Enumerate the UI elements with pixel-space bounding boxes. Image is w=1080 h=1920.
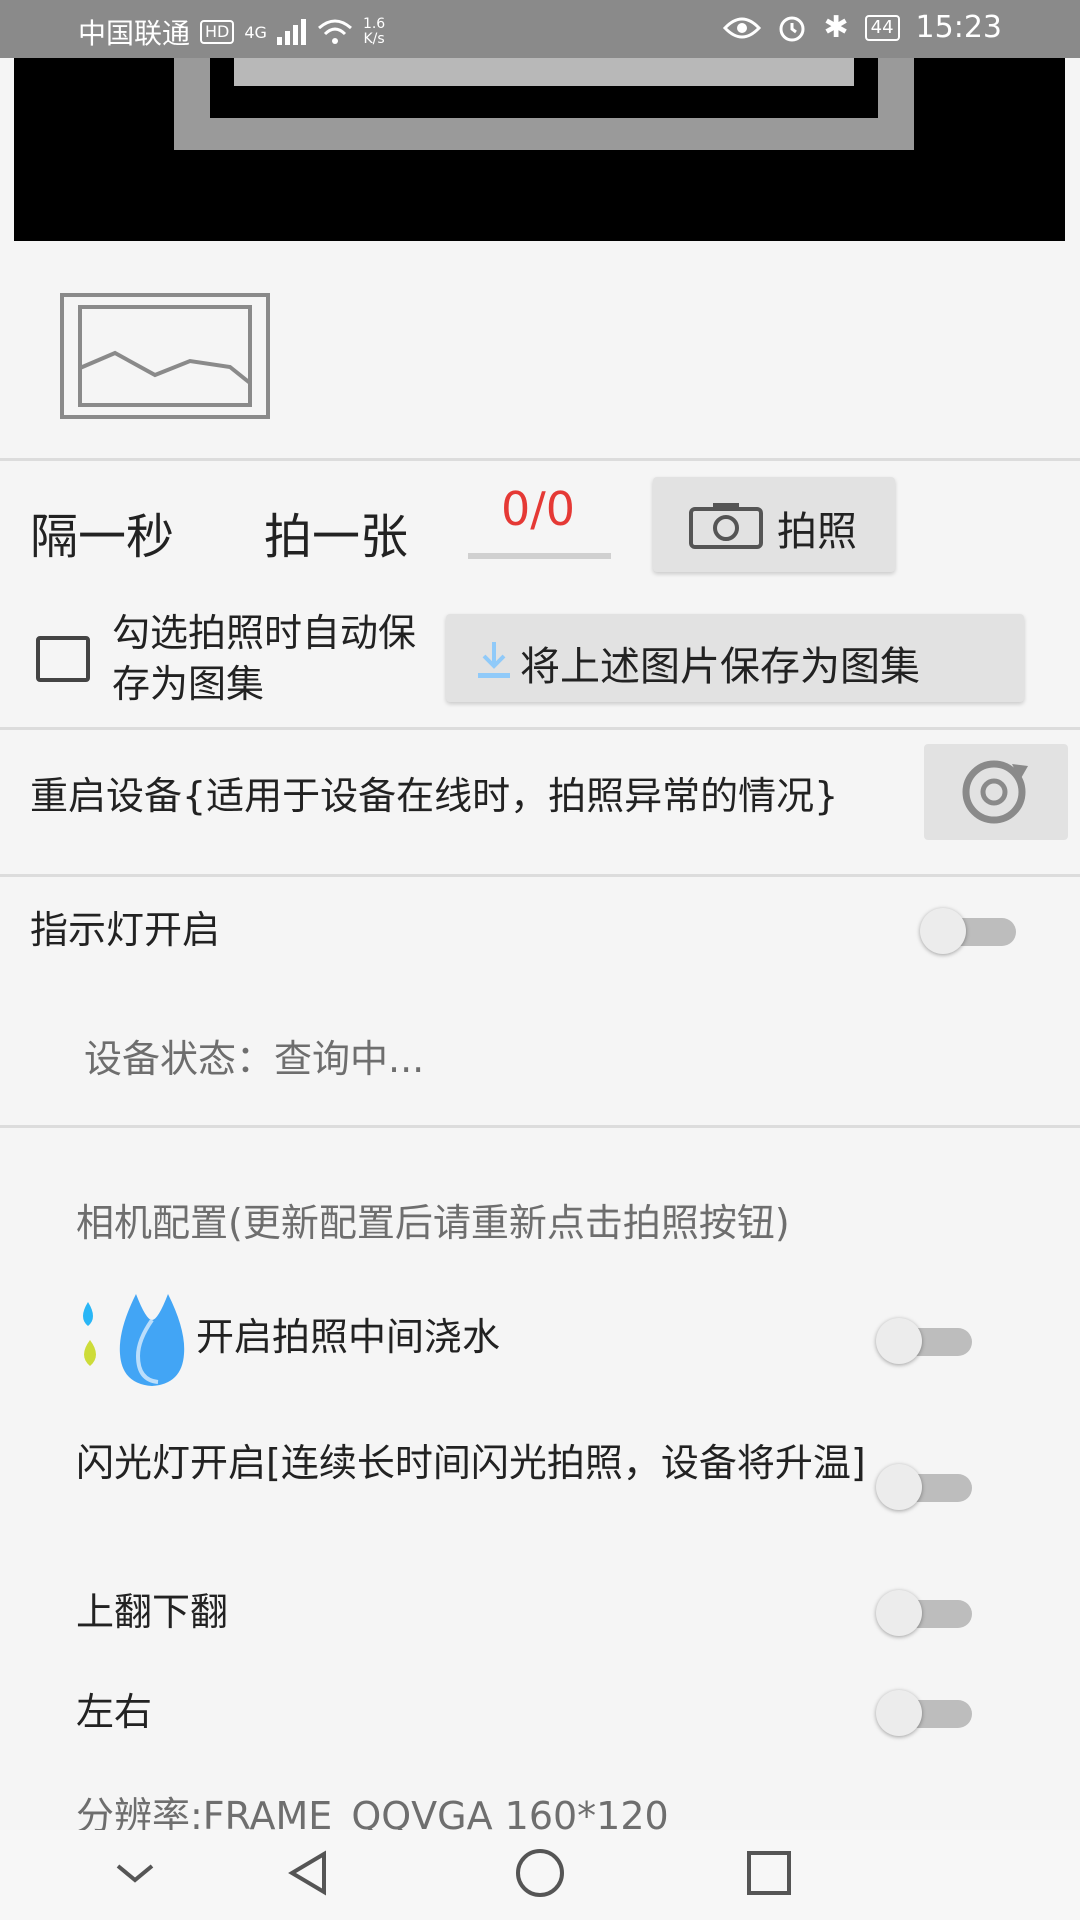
indicator-toggle[interactable] — [920, 908, 1016, 954]
status-bar-left: 中国联通 HD 4G 1.6 K/s — [78, 12, 385, 52]
flash-label: 闪光灯开启[连续长时间闪光拍照，设备将升温] — [76, 1441, 866, 1485]
camera-preview — [14, 58, 1065, 241]
auto-save-label: 勾选拍照时自动保存为图集 — [112, 611, 417, 706]
image-placeholder-icon[interactable] — [60, 293, 270, 419]
divider — [0, 727, 1080, 730]
shot-label: 拍一张 — [264, 509, 409, 565]
save-album-label: 将上述图片保存为图集 — [520, 644, 920, 690]
bluetooth-icon: ✱ — [823, 10, 849, 45]
flip-horizontal-toggle[interactable] — [876, 1690, 972, 1736]
recents-icon[interactable] — [744, 1848, 794, 1898]
hd-badge: HD — [200, 20, 235, 44]
water-drop-icon — [83, 1294, 185, 1386]
counter-underline — [468, 553, 611, 559]
flip-horizontal-label: 左右 — [76, 1690, 153, 1734]
take-photo-button[interactable]: 拍照 — [653, 477, 895, 572]
divider — [0, 874, 1080, 877]
toggle-knob — [876, 1690, 922, 1736]
preview-frame-inner — [234, 58, 854, 86]
flip-vertical-toggle[interactable] — [876, 1590, 972, 1636]
navigation-bar — [0, 1830, 1080, 1920]
flash-toggle[interactable] — [876, 1464, 972, 1510]
camera-icon — [689, 503, 763, 549]
collapse-icon[interactable] — [110, 1848, 160, 1898]
signal-icon — [276, 19, 306, 45]
device-status: 设备状态：查询中... — [84, 1037, 425, 1081]
wifi-icon — [317, 19, 352, 44]
restart-device-button[interactable] — [924, 744, 1068, 840]
net-speed: 1.6 K/s — [363, 17, 385, 47]
back-icon[interactable] — [284, 1848, 334, 1898]
watering-label: 开启拍照中间浇水 — [196, 1315, 501, 1359]
eye-icon — [723, 17, 762, 38]
indicator-label: 指示灯开启 — [30, 908, 221, 952]
net-speed-value: 1.6 — [362, 16, 386, 32]
download-icon — [478, 642, 510, 678]
divider — [0, 1125, 1080, 1128]
alarm-icon — [779, 16, 805, 41]
home-icon[interactable] — [512, 1848, 568, 1898]
refresh-icon — [962, 760, 1028, 824]
battery-indicator: 44 — [864, 14, 900, 41]
photo-counter: 0/0 — [500, 482, 576, 536]
status-bar-right: ✱ 44 15:23 — [723, 10, 1002, 45]
interval-label: 隔一秒 — [30, 509, 175, 565]
toggle-knob — [876, 1464, 922, 1510]
toggle-knob — [876, 1590, 922, 1636]
carrier-name: 中国联通 — [78, 17, 191, 50]
watering-toggle[interactable] — [876, 1318, 972, 1364]
net-speed-unit: K/s — [363, 31, 385, 47]
network-type: 4G — [244, 22, 267, 42]
toggle-knob — [920, 908, 966, 954]
save-album-button[interactable]: 将上述图片保存为图集 — [446, 614, 1024, 702]
take-photo-label: 拍照 — [777, 509, 857, 555]
camera-config-title: 相机配置(更新配置后请重新点击拍照按钮) — [76, 1201, 790, 1245]
status-bar: 中国联通 HD 4G 1.6 K/s ✱ 44 15:23 — [0, 0, 1080, 58]
restart-device-label: 重启设备{适用于设备在线时，拍照异常的情况} — [30, 774, 839, 818]
clock: 15:23 — [915, 10, 1002, 45]
divider — [0, 458, 1080, 461]
auto-save-checkbox[interactable] — [36, 636, 90, 682]
flip-vertical-label: 上翻下翻 — [76, 1590, 229, 1634]
toggle-knob — [876, 1318, 922, 1364]
